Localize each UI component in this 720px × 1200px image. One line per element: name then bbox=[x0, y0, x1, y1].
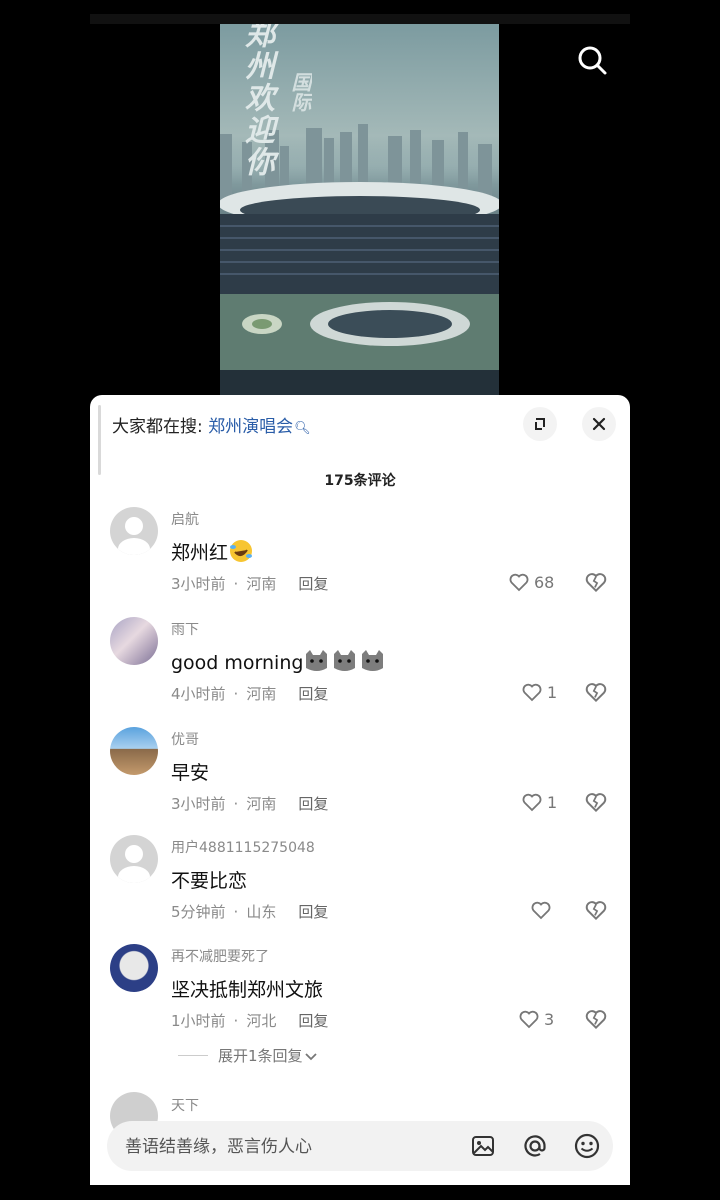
comment-username[interactable]: 雨下 bbox=[171, 619, 199, 639]
comment-username[interactable]: 启航 bbox=[171, 509, 199, 529]
reply-button[interactable]: 回复 bbox=[298, 1012, 328, 1030]
heart-icon bbox=[522, 793, 542, 812]
comment-meta: 4小时前 · 河南 回复 bbox=[171, 685, 329, 703]
status-bar bbox=[90, 14, 630, 24]
comment-location: 山东 bbox=[246, 903, 277, 921]
comment-text: 郑州红 bbox=[171, 538, 254, 569]
dislike-button[interactable] bbox=[583, 789, 609, 815]
heart-icon bbox=[509, 573, 529, 592]
comment-time: 3小时前 bbox=[171, 575, 226, 593]
comment-item: 用户4881115275048 不要比恋 5分钟前 · 山东 回复 bbox=[90, 835, 630, 935]
avatar[interactable] bbox=[110, 944, 158, 992]
comment-time: 4小时前 bbox=[171, 685, 226, 703]
avatar[interactable] bbox=[110, 835, 158, 883]
comment-text: 早安 bbox=[171, 762, 210, 784]
cat-emoji-icon bbox=[303, 648, 387, 679]
expand-icon bbox=[535, 418, 545, 430]
avatar[interactable] bbox=[110, 617, 158, 665]
expand-replies-line bbox=[178, 1055, 208, 1056]
comment-count: 175条评论 bbox=[324, 473, 396, 489]
reply-button[interactable]: 回复 bbox=[298, 795, 328, 813]
like-count: 1 bbox=[547, 792, 558, 812]
comment-item: 再不减肥要死了 坚决抵制郑州文旅 1小时前 · 河北 回复 3 bbox=[90, 944, 630, 1044]
comment-input[interactable] bbox=[123, 1121, 457, 1173]
broken-heart-icon bbox=[585, 1010, 607, 1030]
heart-icon bbox=[531, 901, 551, 920]
comment-meta: 5分钟前 · 山东 回复 bbox=[171, 903, 329, 921]
hot-search-prefix: 大家都在搜: bbox=[112, 417, 203, 437]
at-icon[interactable] bbox=[521, 1132, 549, 1160]
expand-replies-label: 展开1条回复 bbox=[218, 1047, 303, 1065]
comment-meta: 3小时前 · 河南 回复 bbox=[171, 575, 329, 593]
like-count: 68 bbox=[534, 572, 555, 592]
comment-location: 河南 bbox=[246, 795, 277, 813]
comment-text-body: good morning bbox=[171, 652, 304, 674]
comment-time: 3小时前 bbox=[171, 795, 226, 813]
chevron-down-icon bbox=[304, 1052, 317, 1060]
rofl-emoji-icon bbox=[228, 538, 254, 569]
comment-meta: 3小时前 · 河南 回复 bbox=[171, 795, 329, 813]
comment-text-body: 郑州红 bbox=[171, 542, 229, 564]
broken-heart-icon bbox=[585, 793, 607, 813]
comment-meta: 1小时前 · 河北 回复 bbox=[171, 1012, 329, 1030]
avatar[interactable] bbox=[110, 507, 158, 555]
comment-item: 优哥 早安 3小时前 · 河南 回复 1 bbox=[90, 727, 630, 827]
sheet-edge-bar bbox=[98, 405, 101, 475]
like-button[interactable]: 1 bbox=[520, 789, 557, 815]
comment-location: 河北 bbox=[246, 1012, 277, 1030]
broken-heart-icon bbox=[585, 901, 607, 921]
broken-heart-icon bbox=[585, 683, 607, 703]
comment-username[interactable]: 再不减肥要死了 bbox=[171, 946, 269, 966]
comment-username[interactable]: 优哥 bbox=[171, 729, 199, 749]
dislike-button[interactable] bbox=[583, 679, 609, 705]
comment-item: 雨下 good morning 4小时前 · 河南 回复 1 bbox=[90, 617, 630, 717]
hot-search-link[interactable]: 大家都在搜: 郑州演唱会🔍︎ bbox=[112, 412, 311, 437]
heart-icon bbox=[522, 683, 542, 702]
comment-username[interactable]: 天下 bbox=[171, 1095, 199, 1115]
expand-replies-button[interactable]: 展开1条回复 bbox=[178, 1045, 319, 1066]
like-button[interactable]: 1 bbox=[520, 679, 557, 705]
stadium-image bbox=[220, 182, 499, 396]
comment-text: good morning bbox=[171, 648, 387, 679]
broken-heart-icon bbox=[585, 573, 607, 593]
search-icon[interactable] bbox=[572, 40, 612, 80]
magnifier-small-icon: 🔍︎ bbox=[294, 421, 311, 436]
comment-text: 坚决抵制郑州文旅 bbox=[171, 979, 324, 1001]
comment-location: 河南 bbox=[246, 575, 277, 593]
like-count: 3 bbox=[544, 1009, 555, 1029]
comment-time: 1小时前 bbox=[171, 1012, 226, 1030]
close-icon bbox=[592, 417, 606, 431]
video-calligraphy-title: 郑州欢迎你 bbox=[239, 24, 274, 178]
avatar[interactable] bbox=[110, 727, 158, 775]
like-button[interactable] bbox=[529, 897, 553, 923]
comment-location: 河南 bbox=[246, 685, 277, 703]
emoji-icon[interactable] bbox=[573, 1132, 601, 1160]
video-calligraphy-sub: 国际 bbox=[288, 72, 312, 112]
image-icon[interactable] bbox=[469, 1132, 497, 1160]
like-count: 1 bbox=[547, 682, 558, 702]
dislike-button[interactable] bbox=[583, 1006, 609, 1032]
comment-sheet: 大家都在搜: 郑州演唱会🔍︎ 175条评论 启航 郑州红 3小时前 · 河南 回复 6… bbox=[90, 395, 630, 1185]
comment-item: 启航 郑州红 3小时前 · 河南 回复 68 bbox=[90, 507, 630, 607]
close-button[interactable] bbox=[582, 407, 616, 441]
dislike-button[interactable] bbox=[583, 569, 609, 595]
video-player[interactable]: 郑州欢迎你 国际 bbox=[220, 24, 499, 396]
reply-button[interactable]: 回复 bbox=[298, 575, 328, 593]
like-button[interactable]: 3 bbox=[517, 1006, 554, 1032]
hot-search-keyword: 郑州演唱会 bbox=[208, 417, 294, 437]
heart-icon bbox=[519, 1010, 539, 1029]
comment-input-bar bbox=[107, 1121, 613, 1173]
reply-button[interactable]: 回复 bbox=[298, 685, 328, 703]
comment-time: 5分钟前 bbox=[171, 903, 226, 921]
comment-username[interactable]: 用户4881115275048 bbox=[171, 837, 315, 857]
dislike-button[interactable] bbox=[583, 897, 609, 923]
comment-text: 不要比恋 bbox=[171, 870, 248, 892]
expand-button[interactable] bbox=[523, 407, 557, 441]
reply-button[interactable]: 回复 bbox=[298, 903, 328, 921]
like-button[interactable]: 68 bbox=[507, 569, 554, 595]
